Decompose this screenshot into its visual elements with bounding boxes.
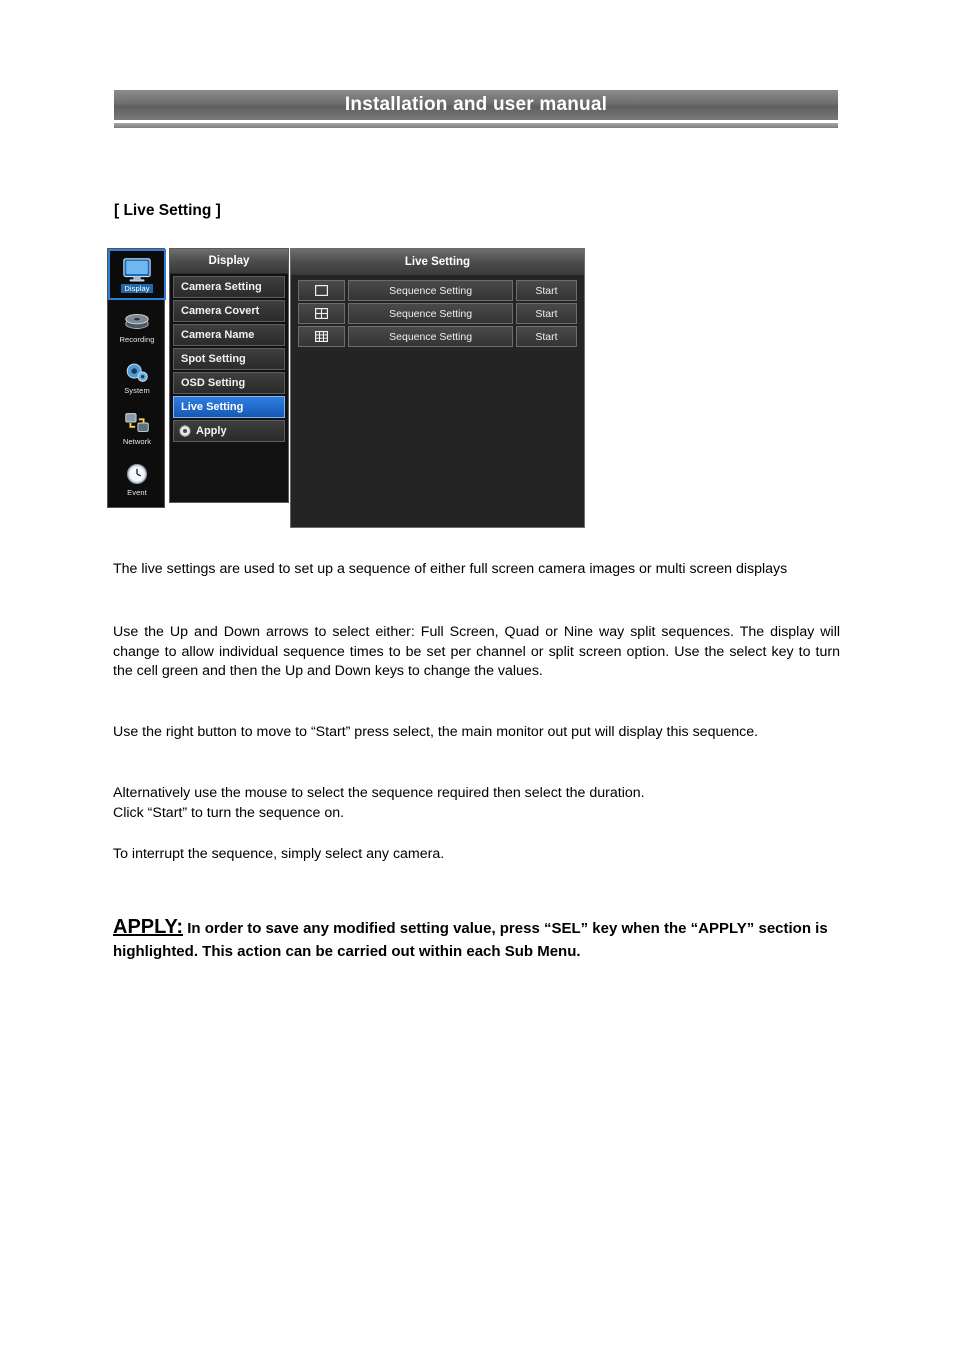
header-title: Installation and user manual [344, 94, 608, 115]
paragraph-1: The live settings are used to set up a s… [113, 561, 788, 577]
menu-item-osd-setting[interactable]: OSD Setting [173, 372, 285, 394]
quad-screen-icon [315, 308, 329, 319]
osd-menu: Display Camera Setting Camera Covert Cam… [169, 248, 289, 503]
rail-label-display: Display [121, 283, 153, 293]
table-row: Sequence Setting Start [298, 303, 577, 324]
paragraph-5: To interrupt the sequence, simply select… [113, 846, 445, 862]
table-row: Sequence Setting Start [298, 280, 577, 301]
page: Installation and user manual [ Live Sett… [0, 0, 954, 1350]
gears-icon [126, 363, 148, 382]
layout-cell-nine[interactable] [298, 326, 346, 347]
menu-item-label: Camera Name [181, 329, 255, 341]
panel-body: Sequence Setting Start Sequence Setting … [291, 275, 584, 347]
rail-item-system[interactable]: System [108, 351, 166, 402]
single-screen-icon [315, 285, 329, 296]
page-header: Installation and user manual [114, 90, 838, 128]
rail-label-system: System [124, 385, 150, 395]
menu-item-spot-setting[interactable]: Spot Setting [173, 348, 285, 370]
sequence-setting-cell[interactable]: Sequence Setting [348, 303, 513, 324]
rail-label-event: Event [127, 487, 147, 497]
panel-title: Live Setting [291, 249, 584, 275]
header-rule [114, 123, 838, 128]
rail-item-display[interactable]: Display [108, 249, 166, 300]
menu-item-label: Live Setting [181, 401, 244, 413]
rail-item-recording[interactable]: Recording [108, 300, 166, 351]
section-title: [ Live Setting ] [114, 202, 221, 219]
menu-item-apply[interactable]: Apply [173, 420, 285, 442]
monitor-icon [123, 257, 151, 281]
apply-body-text: In order to save any modified setting va… [113, 920, 828, 960]
header-banner: Installation and user manual [114, 90, 838, 120]
menu-item-camera-covert[interactable]: Camera Covert [173, 300, 285, 322]
apply-heading: APPLY: [113, 916, 184, 938]
sequence-setting-cell[interactable]: Sequence Setting [348, 326, 513, 347]
layout-cell-quad[interactable] [298, 303, 346, 324]
start-button[interactable]: Start [515, 326, 577, 347]
discs-icon [125, 313, 149, 329]
start-button[interactable]: Start [515, 303, 577, 324]
clock-icon [126, 463, 148, 484]
start-button[interactable]: Start [515, 280, 577, 301]
menu-item-camera-setting[interactable]: Camera Setting [173, 276, 285, 298]
osd-screenshot: Display Recording System Network Event D… [107, 248, 585, 528]
menu-item-live-setting[interactable]: Live Setting [173, 396, 285, 418]
menu-item-camera-name[interactable]: Camera Name [173, 324, 285, 346]
osd-panel: Live Setting Sequence Setting Start Sequ… [290, 248, 585, 528]
rail-label-network: Network [122, 436, 152, 446]
menu-item-label: Camera Covert [181, 305, 260, 317]
paragraph-4: Alternatively use the mouse to select th… [113, 785, 645, 821]
menu-item-label: Spot Setting [181, 353, 246, 365]
sequence-setting-cell[interactable]: Sequence Setting [348, 280, 513, 301]
rail-label-recording: Recording [119, 334, 155, 344]
rail-item-event[interactable]: Event [108, 453, 166, 504]
apply-gear-icon [179, 425, 191, 437]
menu-item-label: Camera Setting [181, 281, 262, 293]
menu-item-label: Apply [196, 425, 227, 437]
paragraph-2: Use the Up and Down arrows to select eit… [113, 624, 840, 679]
table-row: Sequence Setting Start [298, 326, 577, 347]
osd-icon-rail: Display Recording System Network Event [107, 248, 166, 508]
menu-item-label: OSD Setting [181, 377, 246, 389]
nine-screen-icon [315, 331, 329, 342]
network-icon [125, 412, 149, 432]
menu-title: Display [170, 249, 288, 274]
layout-cell-single[interactable] [298, 280, 346, 301]
rail-item-network[interactable]: Network [108, 402, 166, 453]
paragraph-3: Use the right button to move to “Start” … [113, 724, 759, 740]
apply-note: APPLY: In order to save any modified set… [113, 916, 843, 963]
